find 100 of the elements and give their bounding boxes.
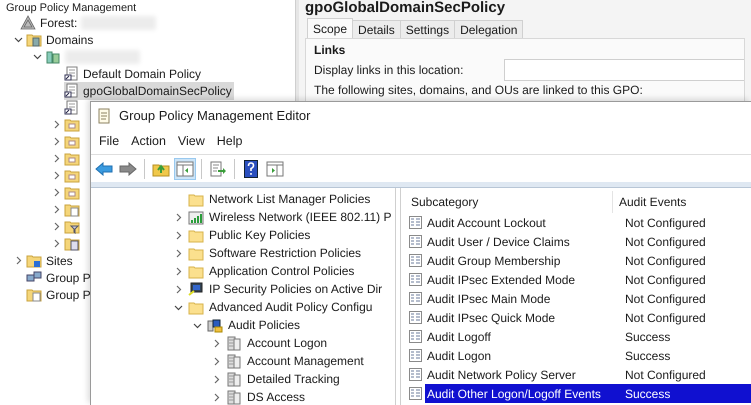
- chevron-right-icon[interactable]: [212, 392, 220, 402]
- audit-events-cell-text: Not Configured: [624, 234, 706, 250]
- menu-item[interactable]: Action: [125, 132, 172, 151]
- table-row[interactable]: Audit Network Policy Server Not Configured: [425, 365, 751, 384]
- subcategory-cell-text: Audit IPsec Extended Mode: [426, 272, 576, 288]
- tab[interactable]: Delegation: [455, 20, 524, 38]
- tab[interactable]: Scope: [307, 18, 354, 38]
- chevron-down-icon[interactable]: [192, 320, 202, 330]
- chevron-right-icon[interactable]: [52, 120, 60, 129]
- tree-item[interactable]: Domains: [26, 30, 96, 48]
- tree-item[interactable]: Network List Manager Policies: [209, 190, 370, 208]
- chevron-right-icon[interactable]: [52, 137, 60, 146]
- chevron-right-icon[interactable]: [212, 356, 220, 366]
- chevron-right-icon[interactable]: [174, 284, 182, 294]
- computer-policy-icon: [207, 318, 223, 332]
- tree-item[interactable]: IP Security Policies on Active Dir: [209, 280, 382, 298]
- chevron-down-icon[interactable]: [14, 35, 22, 44]
- folder-icon: [188, 300, 204, 314]
- linked-description: The following sites, domains, and OUs are linked to this GPO:: [314, 83, 644, 97]
- policy-setting-icon: [409, 330, 422, 343]
- chevron-right-icon[interactable]: [52, 188, 60, 197]
- tree-item[interactable]: Advanced Audit Policy Configu: [209, 298, 372, 316]
- help-icon[interactable]: [244, 160, 258, 178]
- tree-item[interactable]: Application Control Policies: [209, 262, 354, 280]
- tree-item[interactable]: Default Domain Policy: [64, 64, 204, 82]
- policy-setting-icon: [409, 368, 422, 381]
- chevron-right-icon[interactable]: [14, 256, 22, 265]
- audit-events-cell-text: Not Configured: [624, 290, 706, 308]
- forward-arrow-icon[interactable]: [119, 162, 137, 176]
- back-arrow-icon[interactable]: [95, 162, 113, 176]
- computer-key-icon: [188, 282, 204, 296]
- policy-setting-icon: [409, 387, 422, 400]
- table-row[interactable]: Audit Logoff Success: [425, 327, 751, 346]
- audit-events-cell-text: Not Configured: [624, 214, 706, 232]
- tree-item[interactable]: Account Logon: [247, 334, 328, 352]
- tree-item[interactable]: Audit Policies: [228, 316, 300, 334]
- server-stack-icon: [226, 354, 242, 368]
- chevron-right-icon[interactable]: [212, 374, 220, 384]
- chevron-right-icon[interactable]: [174, 266, 182, 276]
- table-row[interactable]: Audit User / Device Claims Not Configured: [425, 232, 751, 251]
- chevron-right-icon[interactable]: [174, 230, 182, 240]
- tree-item[interactable]: Wireless Network (IEEE 802.11) P: [209, 208, 392, 226]
- tab[interactable]: Settings: [400, 20, 456, 38]
- subcategory-cell-text: Audit Account Lockout: [426, 214, 547, 232]
- chevron-right-icon[interactable]: [174, 212, 182, 222]
- policy-setting-icon: [409, 311, 422, 324]
- policy-title: gpoGlobalDomainSecPolicy: [304, 0, 506, 16]
- column-header[interactable]: Audit Events: [613, 193, 686, 211]
- chevron-right-icon[interactable]: [52, 222, 60, 231]
- folder-document-icon: [64, 202, 80, 217]
- table-row[interactable]: Audit Account Lockout Not Configured: [425, 213, 751, 232]
- tree-item[interactable]: Public Key Policies: [209, 226, 310, 244]
- tree-item[interactable]: [64, 219, 82, 234]
- audit-events-cell-text: Success: [624, 348, 670, 364]
- chevron-right-icon[interactable]: [52, 239, 60, 248]
- audit-events-cell-text: Not Configured: [624, 310, 706, 326]
- table-row[interactable]: Audit IPsec Extended Mode Not Configured: [425, 270, 751, 289]
- folder-icon: [64, 117, 80, 132]
- menu-item[interactable]: Help: [210, 132, 248, 151]
- tree-item[interactable]: Detailed Tracking: [247, 370, 340, 388]
- tree-item[interactable]: Forest:: [20, 14, 158, 32]
- tree-item-label: Group P: [46, 286, 91, 304]
- audit-events-cell-text: Not Configured: [624, 252, 706, 270]
- tree-item-label: Default Domain Policy: [83, 66, 202, 82]
- folder-document-icon: [26, 287, 42, 302]
- table-row[interactable]: Audit Group Membership Not Configured: [425, 251, 751, 270]
- tree-item-label: Sites: [46, 252, 73, 270]
- chevron-down-icon[interactable]: [32, 52, 42, 61]
- folder-icon: [64, 134, 80, 149]
- subcategory-cell-text: Audit Other Logon/Logoff Events: [426, 386, 602, 402]
- tree-item[interactable]: Account Management: [247, 352, 364, 370]
- table-row[interactable]: Audit Other Logon/Logoff Events Success: [425, 384, 751, 403]
- tree-item[interactable]: Software Restriction Policies: [209, 244, 362, 262]
- table-row[interactable]: Audit IPsec Quick Mode Not Configured: [425, 308, 751, 327]
- tree-item[interactable]: Sites: [26, 252, 75, 270]
- field-label: Display links in this location:: [314, 62, 464, 79]
- chevron-right-icon[interactable]: [174, 248, 182, 258]
- server-stack-icon: [226, 336, 242, 350]
- tree-item[interactable]: Group P: [26, 268, 93, 286]
- column-header[interactable]: Subcategory: [401, 191, 613, 213]
- table-row[interactable]: Audit IPsec Main Mode Not Configured: [425, 289, 751, 308]
- subcategory-cell-text: Audit Logoff: [426, 328, 492, 346]
- tree-item[interactable]: [64, 236, 82, 251]
- chevron-right-icon[interactable]: [52, 205, 60, 214]
- tree-item[interactable]: Group P: [26, 286, 93, 304]
- chevron-right-icon[interactable]: [212, 338, 220, 348]
- tree-item[interactable]: gpoGlobalDomainSecPolicy: [64, 82, 234, 100]
- tab[interactable]: Details: [353, 20, 401, 38]
- tree-item-label: gpoGlobalDomainSecPolicy: [83, 82, 232, 100]
- folder-building-icon: [26, 32, 42, 47]
- folder-icon: [188, 264, 204, 278]
- chevron-right-icon[interactable]: [52, 171, 60, 180]
- subcategory-cell-text: Audit Logon: [426, 348, 492, 364]
- tree-item[interactable]: DS Access: [247, 388, 306, 405]
- chevron-right-icon[interactable]: [52, 154, 60, 163]
- window-title: Group Policy Management: [6, 2, 136, 14]
- table-row[interactable]: Audit Logon Success: [425, 346, 751, 365]
- chevron-down-icon[interactable]: [174, 302, 182, 312]
- menu-item[interactable]: View: [172, 132, 211, 151]
- menu-item[interactable]: File: [93, 132, 126, 151]
